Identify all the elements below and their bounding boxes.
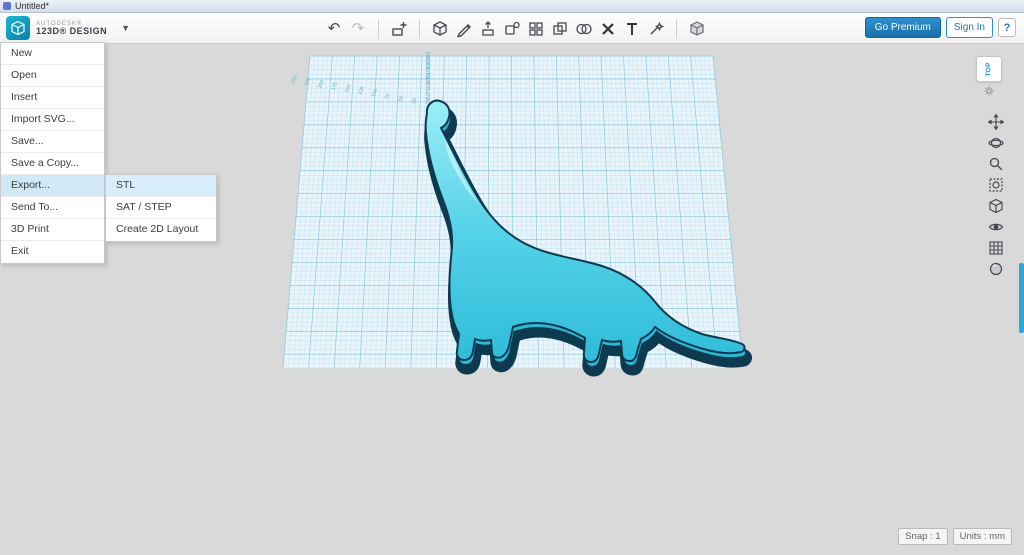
toolbar-separator — [676, 19, 677, 39]
pan-icon[interactable] — [987, 113, 1005, 131]
combine-icon[interactable] — [573, 18, 595, 40]
svg-text:50: 50 — [426, 93, 432, 99]
title-bar: Untitled* — [0, 0, 1024, 13]
zoom-icon[interactable] — [987, 155, 1005, 173]
status-bar: Snap : 1 Units : mm — [898, 528, 1012, 545]
help-button[interactable]: ? — [998, 18, 1016, 37]
zoom-fit-icon[interactable] — [987, 176, 1005, 194]
menu-item-save[interactable]: Save... — [1, 131, 104, 153]
menu-item-open[interactable]: Open — [1, 65, 104, 87]
text-icon[interactable] — [621, 18, 643, 40]
toolbar-separator — [419, 19, 420, 39]
main-toolbar: AUTODESK® 123D® DESIGN ▼ ↶ ↷ — [0, 13, 1024, 44]
app-icon — [3, 2, 11, 10]
material-icon[interactable] — [686, 18, 708, 40]
submenu-item-sat-step[interactable]: SAT / STEP — [106, 197, 216, 219]
toolbar-separator — [378, 19, 379, 39]
grid-toggle-icon[interactable] — [987, 239, 1005, 257]
window-title: Untitled* — [15, 1, 49, 11]
file-menu: New Open Insert Import SVG... Save... Sa… — [0, 42, 105, 264]
scrollbar-thumb[interactable] — [1019, 263, 1024, 333]
svg-text:250: 250 — [290, 75, 299, 85]
menu-item-import-svg[interactable]: Import SVG... — [1, 109, 104, 131]
sketch-icon[interactable] — [453, 18, 475, 40]
menu-item-send-to[interactable]: Send To... — [1, 197, 104, 219]
menu-item-new[interactable]: New — [1, 43, 104, 65]
transform-icon[interactable] — [388, 18, 410, 40]
go-premium-button[interactable]: Go Premium — [865, 17, 941, 38]
export-submenu: STL SAT / STEP Create 2D Layout — [105, 174, 217, 242]
orbit-icon[interactable] — [987, 134, 1005, 152]
submenu-item-create-2d-layout[interactable]: Create 2D Layout — [106, 219, 216, 241]
sign-in-button[interactable]: Sign In — [946, 17, 993, 38]
view-settings-gear-icon[interactable] — [984, 83, 994, 101]
pattern-icon[interactable] — [525, 18, 547, 40]
modify-icon[interactable] — [501, 18, 523, 40]
undo-icon[interactable]: ↶ — [323, 18, 345, 40]
visibility-eye-icon[interactable] — [987, 218, 1005, 236]
construct-icon[interactable] — [477, 18, 499, 40]
svg-text:100: 100 — [426, 81, 432, 90]
menu-item-exit[interactable]: Exit — [1, 241, 104, 263]
tweak-icon[interactable] — [645, 18, 667, 40]
main-menu-chevron-icon[interactable]: ▼ — [121, 23, 130, 33]
submenu-item-stl[interactable]: STL — [106, 175, 216, 197]
menu-item-insert[interactable]: Insert — [1, 87, 104, 109]
material-ball-icon[interactable] — [987, 260, 1005, 278]
view-mode-icon[interactable] — [987, 197, 1005, 215]
menu-item-3d-print[interactable]: 3D Print — [1, 219, 104, 241]
svg-text:75: 75 — [426, 89, 432, 95]
menu-item-save-a-copy[interactable]: Save a Copy... — [1, 153, 104, 175]
app-brand: AUTODESK® 123D® DESIGN ▼ — [6, 16, 130, 40]
delete-icon[interactable] — [597, 18, 619, 40]
app-logo-icon[interactable] — [6, 16, 30, 40]
view-cube-label: TOP — [985, 62, 992, 76]
primitives-icon[interactable] — [429, 18, 451, 40]
units-setting[interactable]: Units : mm — [953, 528, 1012, 545]
snap-setting[interactable]: Snap : 1 — [898, 528, 947, 545]
viewport-3d[interactable]: 2502252001751501251007550252502252001751… — [0, 44, 1024, 555]
navigation-toolbar — [986, 113, 1006, 278]
brand-product: 123D® DESIGN — [36, 27, 107, 36]
redo-icon[interactable]: ↷ — [347, 18, 369, 40]
view-cube[interactable]: TOP — [976, 56, 1002, 82]
menu-item-export[interactable]: Export... — [1, 175, 104, 197]
grouping-icon[interactable] — [549, 18, 571, 40]
